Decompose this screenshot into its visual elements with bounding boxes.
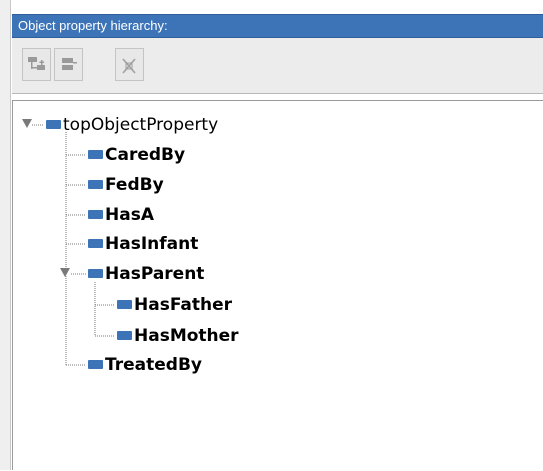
tree-node-label: HasParent [105,264,205,284]
tree-node-label: CaredBy [105,145,186,165]
delete-property-button[interactable] [115,48,144,81]
add-subproperty-button[interactable] [22,48,51,81]
tree-node-label: HasMother [134,326,239,346]
panel-title: Object property hierarchy: [18,18,168,33]
property-icon [88,239,103,248]
tree-node-label: HasInfant [105,234,199,254]
panel-title-bar: Object property hierarchy: [12,14,543,38]
property-icon [117,331,132,340]
add-sibling-property-button[interactable] [54,48,83,81]
tree-node-label: FedBy [105,175,164,195]
delete-icon [122,58,136,74]
add-sub-icon [28,57,45,70]
root-collapse-toggle-icon[interactable] [22,119,32,128]
left-edge-divider [0,0,11,470]
hasparent-collapse-toggle-icon[interactable] [60,268,70,277]
tree-node-label: HasFather [134,295,233,315]
property-icon [88,150,103,159]
property-tree[interactable]: topObjectProperty CaredBy FedBy HasA Has… [12,100,543,470]
property-icon [88,180,103,189]
property-icon [46,120,61,129]
add-sibling-icon [62,58,77,70]
property-icon [88,210,103,219]
tree-node-label: topObjectProperty [63,115,219,135]
tree-node-label: HasA [105,205,154,225]
property-icon [88,360,103,369]
tree-node-label: TreatedBy [105,355,202,375]
property-icon [88,269,103,278]
panel-toolbar [12,38,543,94]
object-property-hierarchy-panel: Object property hierarchy: topObjectProp… [0,0,543,470]
property-icon [117,300,132,309]
